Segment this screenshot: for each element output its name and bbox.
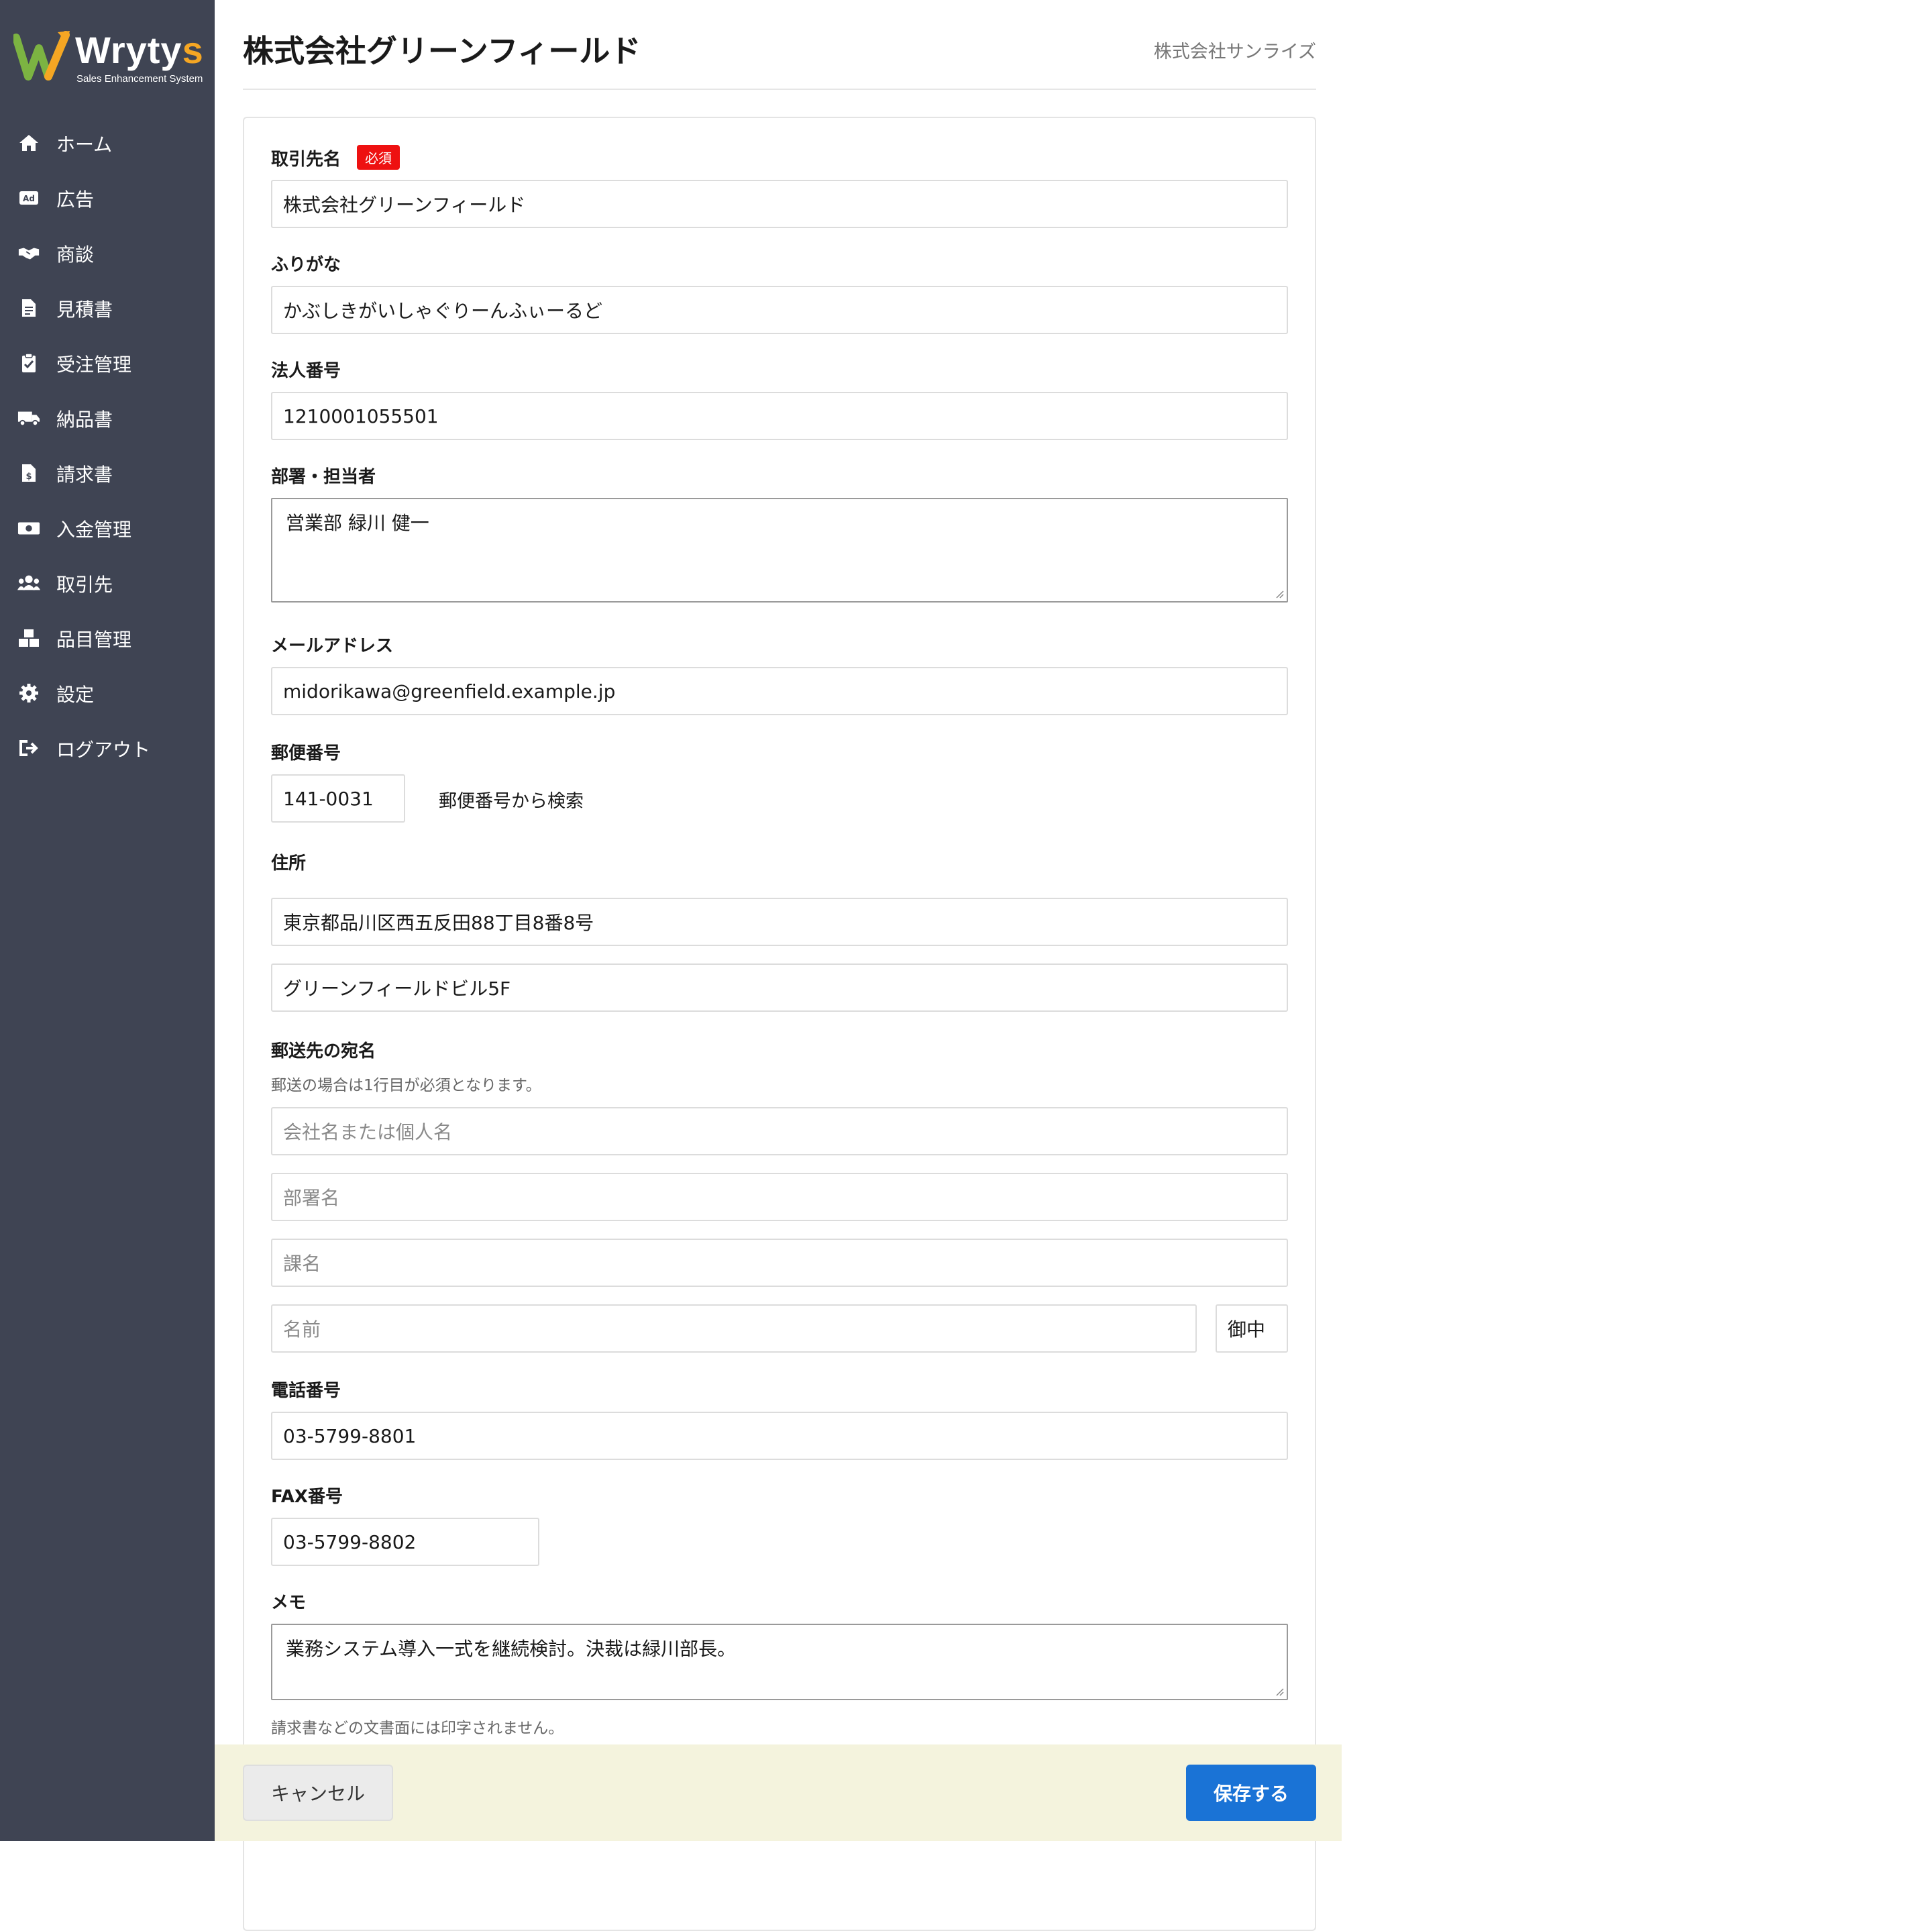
address-line1-input[interactable]: 東京都品川区西五反田88丁目8番8号 — [271, 898, 1288, 946]
save-button[interactable]: 保存する — [1186, 1765, 1316, 1821]
email-label: メールアドレス — [271, 636, 394, 656]
mailing-department-input[interactable]: 部署名 — [271, 1173, 1288, 1221]
memo-textarea[interactable]: 業務システム導入一式を継続検討。決裁は緑川部長。 — [271, 1624, 1288, 1700]
department-contact-textarea[interactable]: 営業部 緑川 健一 — [271, 498, 1288, 603]
logo-w-icon — [13, 31, 70, 81]
users-icon — [17, 573, 40, 593]
svg-text:$: $ — [25, 472, 32, 482]
sidebar-item-label: 見積書 — [56, 299, 113, 321]
client-form-card: 取引先名 必須 株式会社グリーンフィールド ふりがな かぶしきがいしゃぐりーんふぃ… — [243, 117, 1316, 1931]
mailing-name-label: 郵送先の宛名 — [271, 1041, 376, 1061]
postal-code-search-link[interactable]: 郵便番号から検索 — [439, 786, 584, 813]
corporate-number-label: 法人番号 — [271, 361, 341, 381]
sidebar-item-label: ホーム — [56, 134, 113, 156]
company-name: 株式会社サンライズ — [1153, 42, 1316, 62]
sidebar-item-home[interactable]: ホーム — [0, 115, 215, 170]
sidebar-item-delivery-notes[interactable]: 納品書 — [0, 390, 215, 446]
footer-action-bar: キャンセル 保存する — [215, 1744, 1342, 1841]
furigana-label: ふりがな — [271, 255, 341, 275]
address-line2-input[interactable]: グリーンフィールドビル5F — [271, 963, 1288, 1012]
department-contact-value: 営業部 緑川 健一 — [286, 512, 429, 534]
page-title: 株式会社グリーンフィールド — [243, 33, 641, 69]
sidebar-item-label: 商談 — [56, 244, 95, 266]
money-icon — [17, 518, 40, 538]
sidebar-item-payments[interactable]: 入金管理 — [0, 501, 215, 556]
svg-text:Ad: Ad — [23, 194, 35, 203]
furigana-input[interactable]: かぶしきがいしゃぐりーんふぃーるど — [271, 286, 1288, 334]
client-name-input[interactable]: 株式会社グリーンフィールド — [271, 180, 1288, 228]
honorific-select[interactable]: 御中 — [1216, 1304, 1288, 1353]
phone-label: 電話番号 — [271, 1381, 341, 1401]
logo-text: Wrytys — [75, 29, 204, 71]
logout-icon — [17, 738, 40, 758]
logo-subtitle: Sales Enhancement System — [76, 73, 203, 85]
document-icon — [17, 298, 40, 318]
sidebar-item-estimates[interactable]: 見積書 — [0, 280, 215, 335]
sidebar-item-negotiations[interactable]: 商談 — [0, 225, 215, 280]
memo-value: 業務システム導入一式を継続検討。決裁は緑川部長。 — [286, 1638, 737, 1660]
mailing-person-name-input[interactable]: 名前 — [271, 1304, 1197, 1353]
sidebar-item-label: 広告 — [56, 189, 95, 211]
memo-hint: 請求書などの文書面には印字されません。 — [271, 1720, 564, 1737]
handshake-icon — [17, 243, 40, 263]
clipboard-check-icon — [17, 353, 40, 373]
client-name-label: 取引先名 必須 — [271, 145, 400, 170]
truck-icon — [17, 408, 40, 428]
sidebar-item-label: 納品書 — [56, 409, 113, 431]
sidebar-item-orders[interactable]: 受注管理 — [0, 335, 215, 390]
fax-label: FAX番号 — [271, 1487, 343, 1507]
sidebar-item-invoices[interactable]: $ 請求書 — [0, 446, 215, 501]
postal-code-label: 郵便番号 — [271, 743, 341, 764]
boxes-icon — [17, 628, 40, 648]
sidebar-item-logout[interactable]: ログアウト — [0, 721, 215, 776]
sidebar-item-label: 受注管理 — [56, 354, 132, 376]
gear-icon — [17, 683, 40, 703]
department-contact-label: 部署・担当者 — [271, 467, 376, 487]
required-badge: 必須 — [357, 145, 400, 170]
sidebar-nav: ホーム Ad 広告 商談 見積書 受注管理 納品書 $ 請求書 入金管理 取引先… — [0, 115, 215, 776]
sidebar-item-label: 設定 — [56, 684, 95, 706]
sidebar-item-clients[interactable]: 取引先 — [0, 556, 215, 611]
ad-icon: Ad — [17, 188, 40, 208]
mailing-company-input[interactable]: 会社名または個人名 — [271, 1107, 1288, 1155]
email-input[interactable]: midorikawa@greenfield.example.jp — [271, 667, 1288, 715]
corporate-number-input[interactable]: 1210001055501 — [271, 392, 1288, 440]
mailing-name-hint: 郵送の場合は1行目が必須となります。 — [271, 1077, 541, 1094]
cancel-button[interactable]: キャンセル — [243, 1765, 393, 1821]
home-icon — [17, 133, 40, 153]
header-divider — [243, 89, 1316, 90]
invoice-icon: $ — [17, 463, 40, 483]
postal-code-input[interactable]: 141-0031 — [271, 774, 405, 823]
sidebar: Wrytys Sales Enhancement System ホーム Ad 広… — [0, 0, 215, 1841]
fax-input[interactable]: 03-5799-8802 — [271, 1518, 539, 1566]
resize-handle-icon[interactable] — [1275, 1687, 1284, 1696]
sidebar-item-label: 品目管理 — [56, 629, 132, 651]
mailing-section-input[interactable]: 課名 — [271, 1239, 1288, 1287]
sidebar-item-items[interactable]: 品目管理 — [0, 611, 215, 666]
sidebar-item-label: 請求書 — [56, 464, 113, 486]
resize-handle-icon[interactable] — [1275, 589, 1284, 598]
phone-input[interactable]: 03-5799-8801 — [271, 1412, 1288, 1460]
sidebar-item-settings[interactable]: 設定 — [0, 666, 215, 721]
memo-label: メモ — [271, 1593, 307, 1613]
sidebar-item-label: 入金管理 — [56, 519, 132, 541]
sidebar-item-label: ログアウト — [56, 739, 151, 761]
sidebar-item-label: 取引先 — [56, 574, 113, 596]
sidebar-item-ads[interactable]: Ad 広告 — [0, 170, 215, 225]
app-logo[interactable]: Wrytys Sales Enhancement System — [13, 28, 208, 89]
address-label: 住所 — [271, 853, 307, 874]
